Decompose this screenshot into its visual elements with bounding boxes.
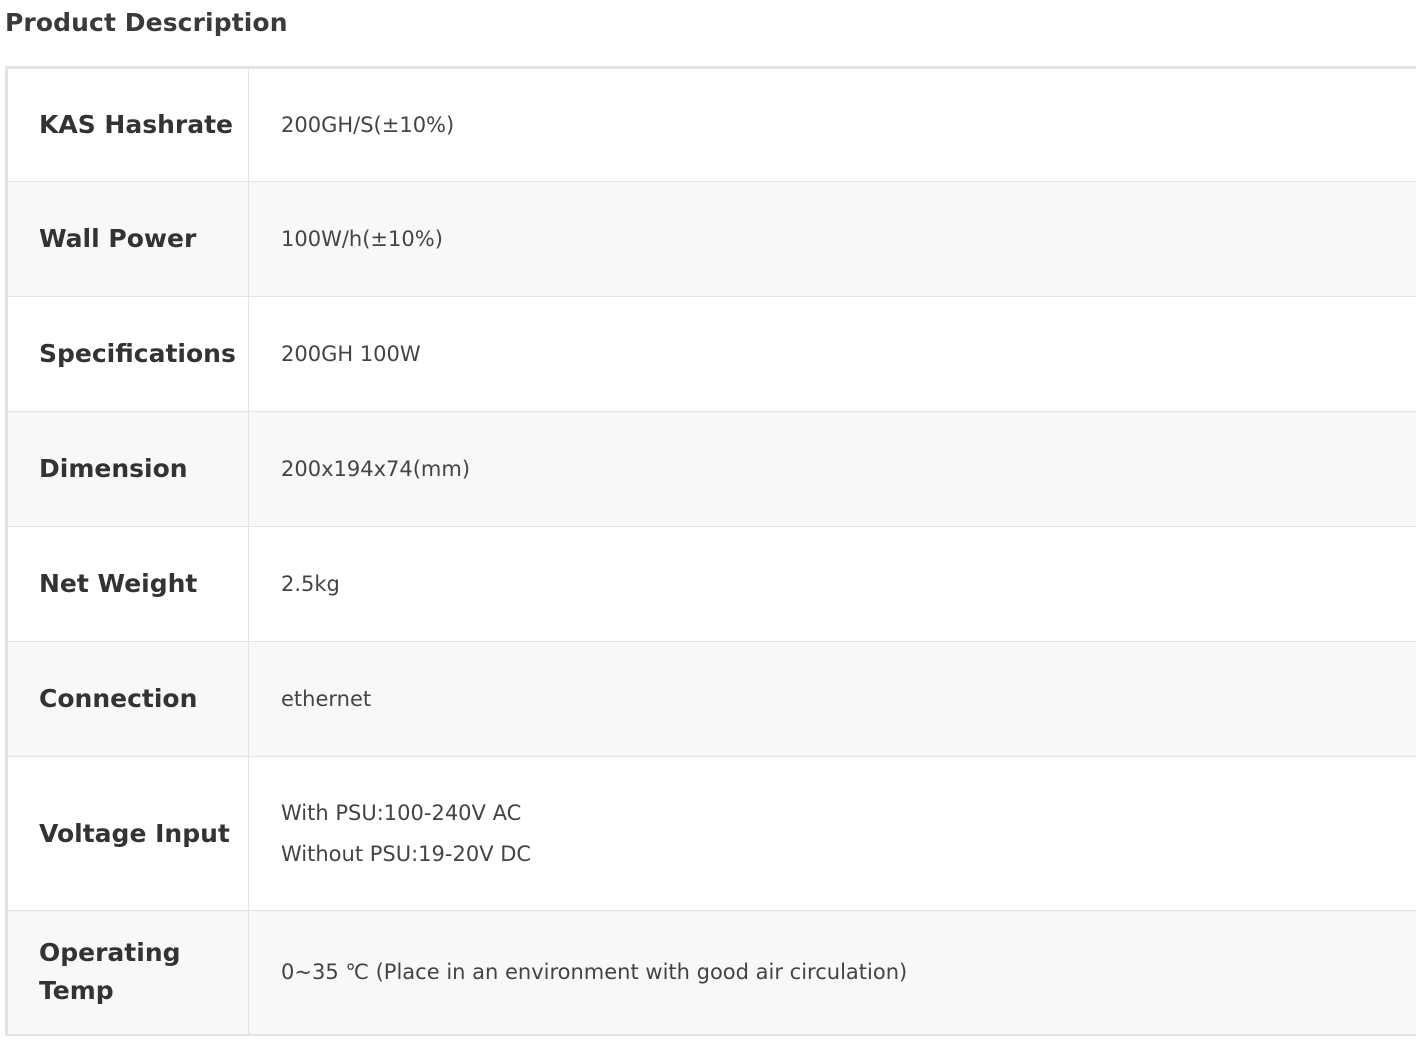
table-row: Specifications 200GH 100W: [6, 296, 1416, 412]
spec-value-hashrate: 200GH/S(±10%): [248, 67, 1416, 182]
table-row: Net Weight 2.5kg: [6, 526, 1416, 642]
spec-label-connection: Connection: [6, 641, 249, 757]
table-row: Operating Temp 0~35 ℃ (Place in an envir…: [6, 910, 1416, 1035]
spec-label-specifications: Specifications: [6, 296, 249, 412]
spec-label-hashrate: KAS Hashrate: [6, 67, 249, 182]
spec-value-wall-power: 100W/h(±10%): [248, 181, 1416, 297]
spec-label-dimension: Dimension: [6, 411, 249, 527]
spec-label-wall-power: Wall Power: [6, 181, 249, 297]
table-row: Wall Power 100W/h(±10%): [6, 181, 1416, 297]
spec-label-net-weight: Net Weight: [6, 526, 249, 642]
spec-value-voltage-input: With PSU:100-240V AC Without PSU:19-20V …: [248, 756, 1416, 911]
table-row: KAS Hashrate 200GH/S(±10%): [6, 67, 1416, 182]
spec-value-dimension: 200x194x74(mm): [248, 411, 1416, 527]
spec-label-voltage-input: Voltage Input: [6, 756, 249, 911]
section-title: Product Description: [5, 8, 288, 37]
table-row: Connection ethernet: [6, 641, 1416, 757]
voltage-without-psu: Without PSU:19-20V DC: [281, 841, 532, 866]
spec-value-connection: ethernet: [248, 641, 1416, 757]
voltage-with-psu: With PSU:100-240V AC: [281, 800, 522, 825]
spec-label-operating-temp: Operating Temp: [6, 910, 249, 1035]
spec-value-net-weight: 2.5kg: [248, 526, 1416, 642]
spec-value-operating-temp: 0~35 ℃ (Place in an environment with goo…: [248, 910, 1416, 1035]
spec-table: KAS Hashrate 200GH/S(±10%) Wall Power 10…: [5, 66, 1416, 1036]
table-row: Voltage Input With PSU:100-240V AC Witho…: [6, 756, 1416, 911]
spec-value-specifications: 200GH 100W: [248, 296, 1416, 412]
table-row: Dimension 200x194x74(mm): [6, 411, 1416, 527]
